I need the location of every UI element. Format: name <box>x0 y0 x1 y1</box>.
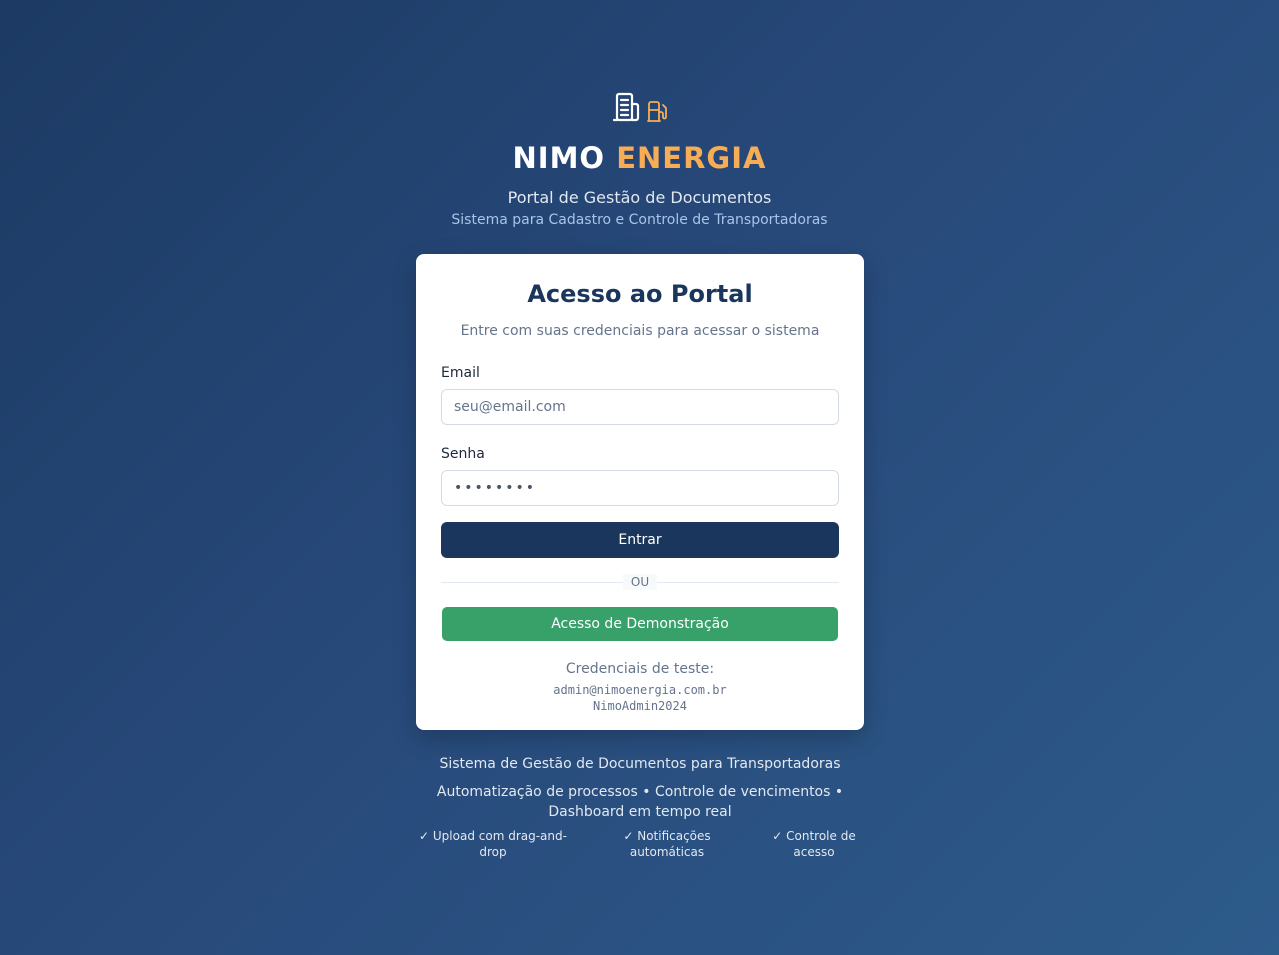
password-field[interactable] <box>441 470 839 506</box>
feature-item-upload: ✓ Upload com drag-and-drop <box>419 829 567 859</box>
feature-item-access-control: ✓ Controle de acesso <box>772 829 856 859</box>
brand-title-accent: ENERGIA <box>616 141 767 175</box>
building-icon <box>611 92 641 126</box>
or-divider: OU <box>441 574 839 590</box>
email-field[interactable] <box>441 389 839 425</box>
brand-title-main: NIMO <box>512 141 606 175</box>
fuel-pump-icon <box>646 100 669 126</box>
footer-title: Sistema de Gestão de Documentos para Tra… <box>439 756 841 772</box>
feature-item-notifications: ✓ Notificações automáticas <box>623 829 711 859</box>
password-label: Senha <box>441 446 485 462</box>
brand-icons <box>0 92 1279 126</box>
test-credentials-label: Credenciais de teste: <box>565 661 715 677</box>
test-credentials-email: admin@nimoenergia.com.br <box>553 683 727 697</box>
footer-description: Automatização de processos • Controle de… <box>436 784 844 820</box>
footer: Sistema de Gestão de Documentos para Tra… <box>416 754 864 860</box>
login-submit-button[interactable]: Entrar <box>441 522 839 558</box>
login-title: Acesso ao Portal <box>527 280 753 308</box>
brand-subtitle: Portal de Gestão de Documentos <box>507 188 772 207</box>
divider-label: OU <box>622 574 658 590</box>
login-subtitle: Entre com suas credenciais para acessar … <box>460 323 820 339</box>
email-label: Email <box>441 365 480 381</box>
demo-access-button[interactable]: Acesso de Demonstração <box>442 607 838 641</box>
brand-header: NIMO ENERGIA Portal de Gestão de Documen… <box>0 92 1279 229</box>
login-card: Acesso ao Portal Entre com suas credenci… <box>416 254 864 730</box>
test-credentials: Credenciais de teste: admin@nimoenergia.… <box>441 660 839 714</box>
feature-list: ✓ Upload com drag-and-drop ✓ Notificaçõe… <box>416 828 864 860</box>
brand-title: NIMO ENERGIA <box>0 140 1279 176</box>
brand-tagline: Sistema para Cadastro e Controle de Tran… <box>451 212 828 228</box>
test-credentials-password: NimoAdmin2024 <box>593 699 687 713</box>
